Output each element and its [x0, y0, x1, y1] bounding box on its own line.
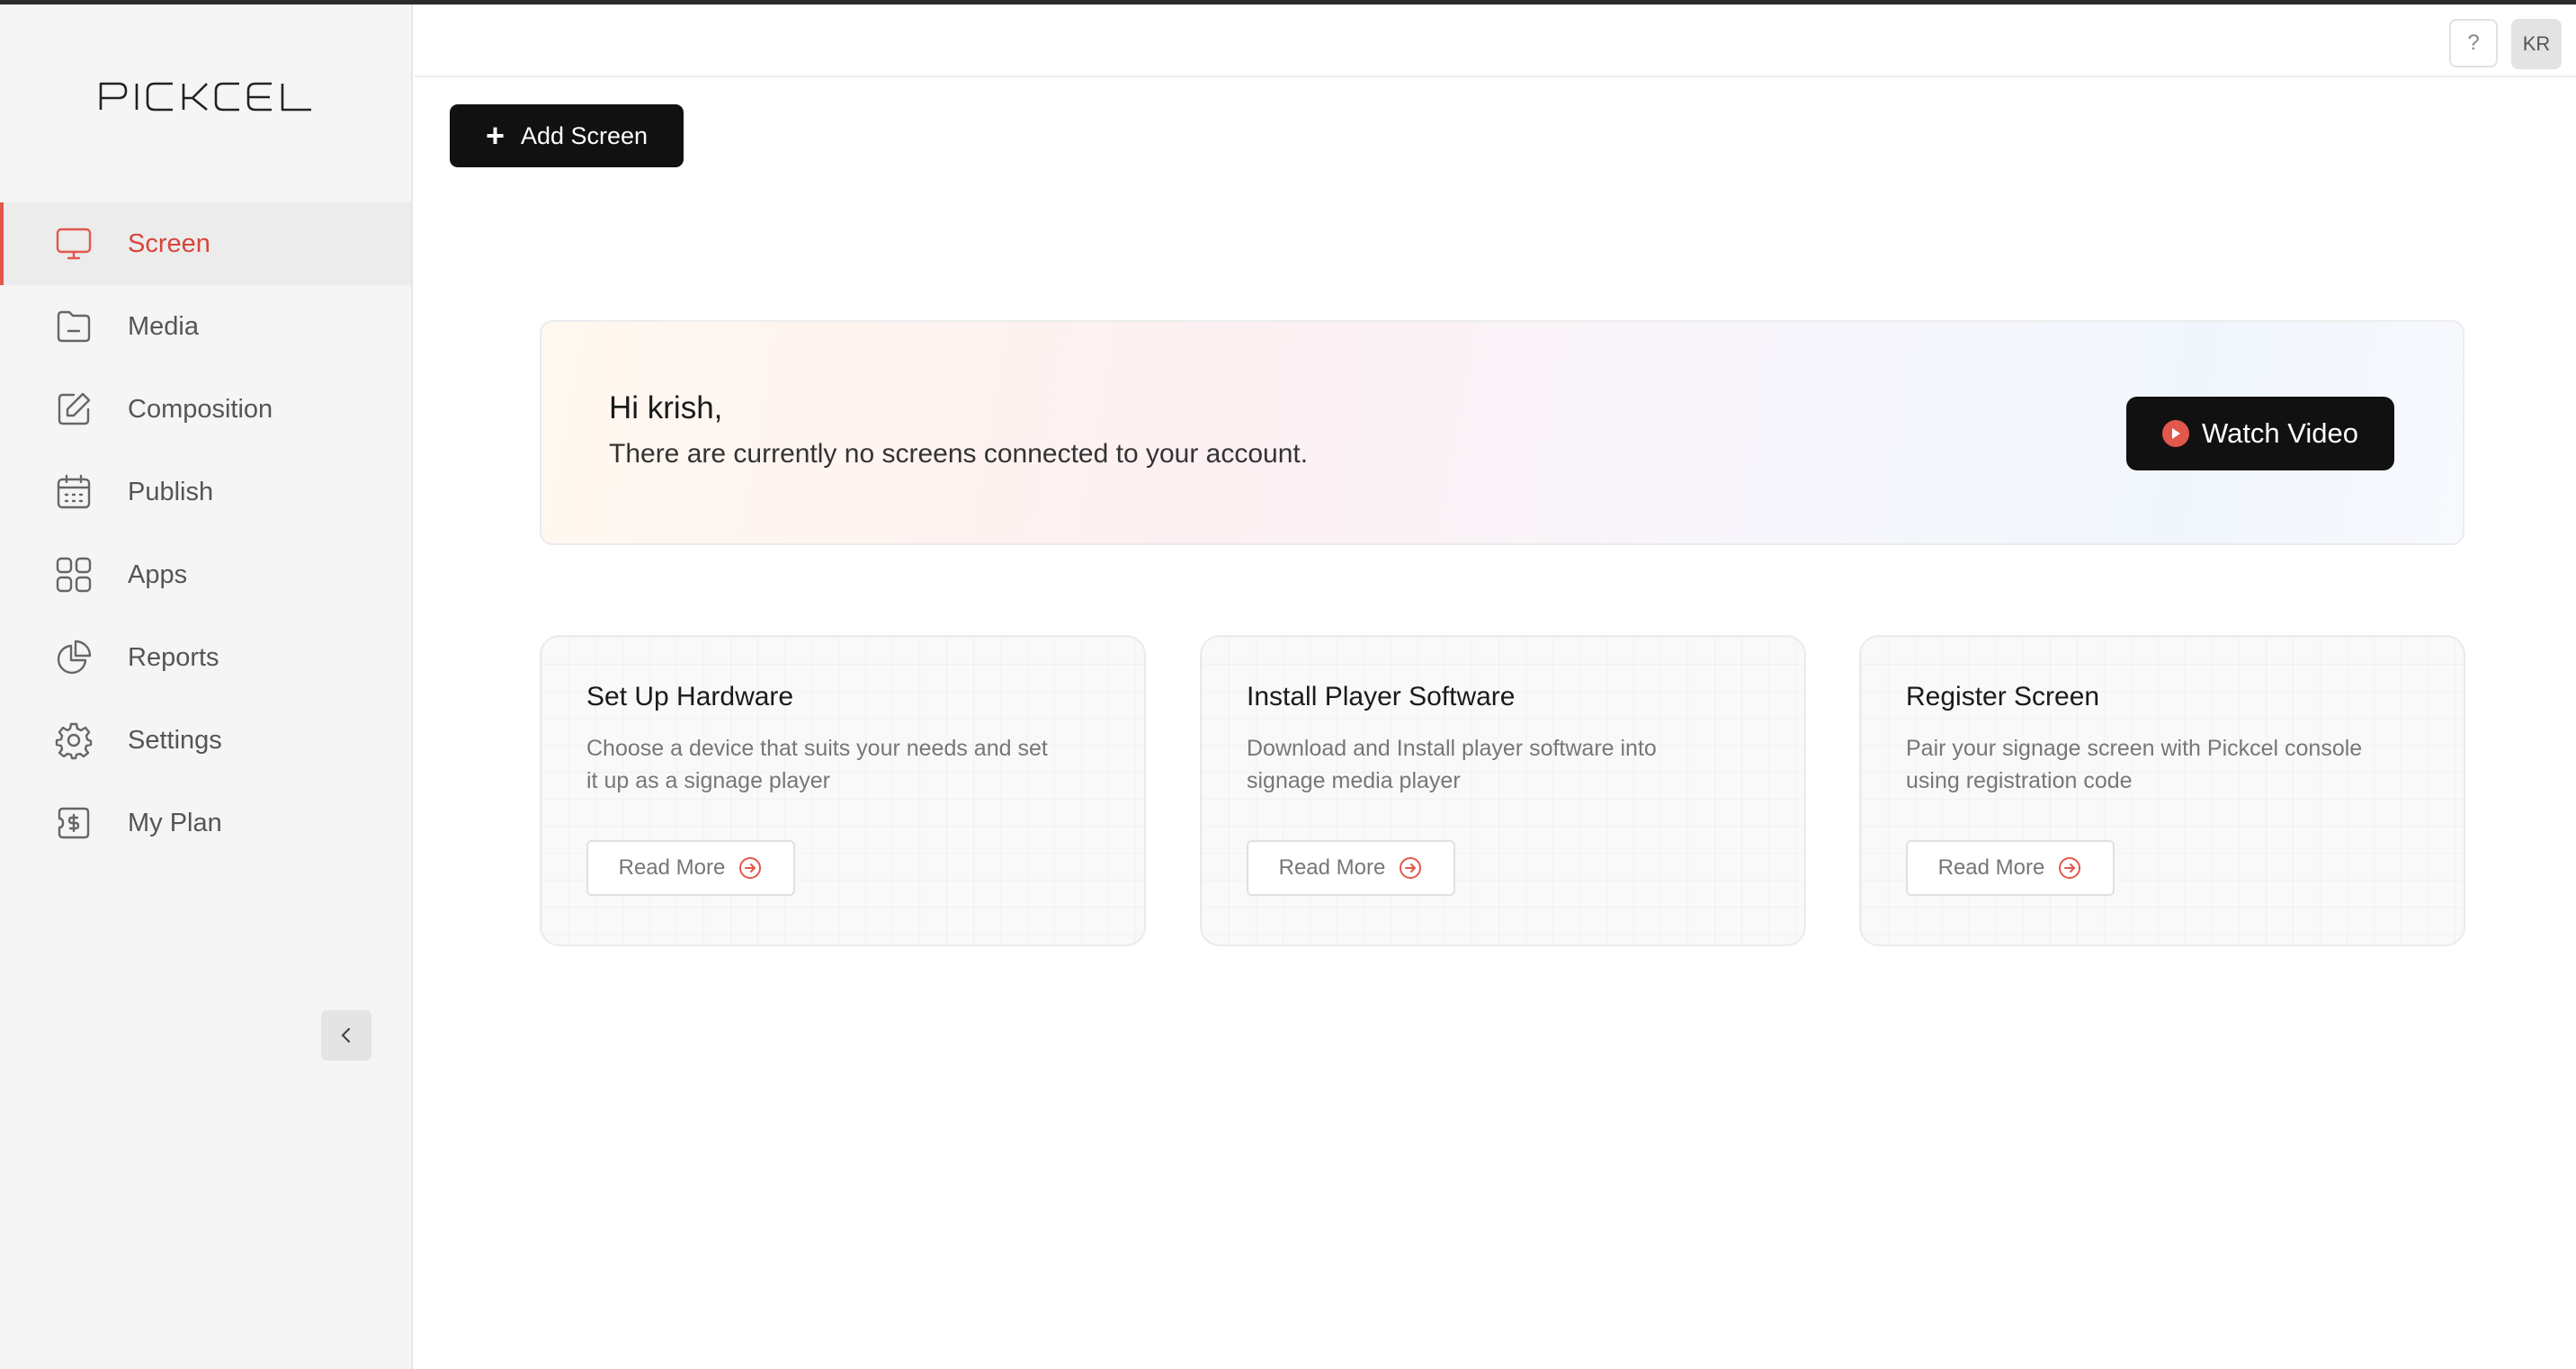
sidebar-item-label: Apps: [128, 559, 188, 589]
sidebar: Screen Media Composition Publish Apps Re…: [0, 4, 413, 1369]
pie-chart-icon: [54, 638, 94, 677]
sidebar-item-label: My Plan: [128, 808, 222, 837]
sidebar-item-label: Media: [128, 311, 199, 341]
sidebar-item-label: Publish: [128, 477, 214, 506]
sidebar-item-screen[interactable]: Screen: [0, 202, 411, 285]
calendar-icon: [54, 472, 94, 512]
collapse-sidebar-button[interactable]: [321, 1010, 371, 1060]
arrow-right-circle-icon: [1400, 857, 1422, 879]
sidebar-item-settings[interactable]: Settings: [0, 699, 411, 782]
card-title: Register Screen: [1906, 682, 2100, 711]
sidebar-item-label: Composition: [128, 394, 273, 424]
folder-icon: [54, 307, 94, 346]
setup-hardware-card: Set Up Hardware Choose a device that sui…: [540, 635, 1146, 946]
read-more-button[interactable]: Read More: [1906, 840, 2115, 896]
logo-wordmark: [99, 82, 311, 112]
sidebar-item-reports[interactable]: Reports: [0, 616, 411, 699]
greeting-text: Hi krish,: [609, 390, 723, 425]
watch-video-button[interactable]: Watch Video: [2126, 397, 2394, 470]
play-icon: [2161, 420, 2189, 447]
sidebar-item-label: Reports: [128, 642, 219, 672]
gear-icon: [54, 720, 94, 760]
read-more-label: Read More: [618, 855, 726, 880]
card-title: Install Player Software: [1247, 682, 1516, 711]
edit-icon: [54, 389, 94, 429]
welcome-banner: Hi krish, There are currently no screens…: [540, 320, 2464, 545]
help-button[interactable]: ?: [2449, 19, 2498, 67]
user-avatar[interactable]: KR: [2511, 19, 2562, 69]
sidebar-item-publish[interactable]: Publish: [0, 451, 411, 533]
dollar-icon: [54, 803, 94, 843]
grid-icon: [54, 555, 94, 595]
read-more-label: Read More: [1937, 855, 2045, 880]
card-title: Set Up Hardware: [586, 682, 794, 711]
arrow-right-circle-icon: [2059, 857, 2081, 879]
arrow-right-circle-icon: [739, 857, 762, 879]
sidebar-item-label: Settings: [128, 725, 222, 755]
no-screens-message: There are currently no screens connected…: [609, 439, 1309, 469]
sidebar-item-apps[interactable]: Apps: [0, 533, 411, 616]
read-more-button[interactable]: Read More: [1247, 840, 1455, 896]
card-description: Pair your signage screen with Pickcel co…: [1906, 736, 2363, 793]
card-description: Download and Install player software int…: [1247, 736, 1657, 793]
chevron-left-icon: [341, 1027, 351, 1043]
plus-icon: +: [485, 117, 505, 154]
sidebar-nav: Screen Media Composition Publish Apps Re…: [0, 202, 411, 864]
sidebar-item-my-plan[interactable]: My Plan: [0, 782, 411, 864]
sidebar-item-composition[interactable]: Composition: [0, 368, 411, 451]
card-description: Choose a device that suits your needs an…: [586, 736, 1048, 793]
watch-video-label: Watch Video: [2201, 417, 2359, 449]
pickcel-logo[interactable]: [99, 78, 315, 114]
install-player-software-card: Install Player Software Download and Ins…: [1200, 635, 1806, 946]
read-more-button[interactable]: Read More: [586, 840, 795, 896]
monitor-icon: [54, 224, 94, 264]
add-screen-label: Add Screen: [520, 121, 648, 149]
register-screen-card: Register Screen Pair your signage screen…: [1859, 635, 2465, 946]
read-more-label: Read More: [1278, 855, 1386, 880]
sidebar-item-media[interactable]: Media: [0, 285, 411, 368]
sidebar-item-label: Screen: [128, 228, 210, 258]
top-bar: ? KR: [415, 4, 2576, 77]
add-screen-button[interactable]: + Add Screen: [450, 104, 684, 167]
